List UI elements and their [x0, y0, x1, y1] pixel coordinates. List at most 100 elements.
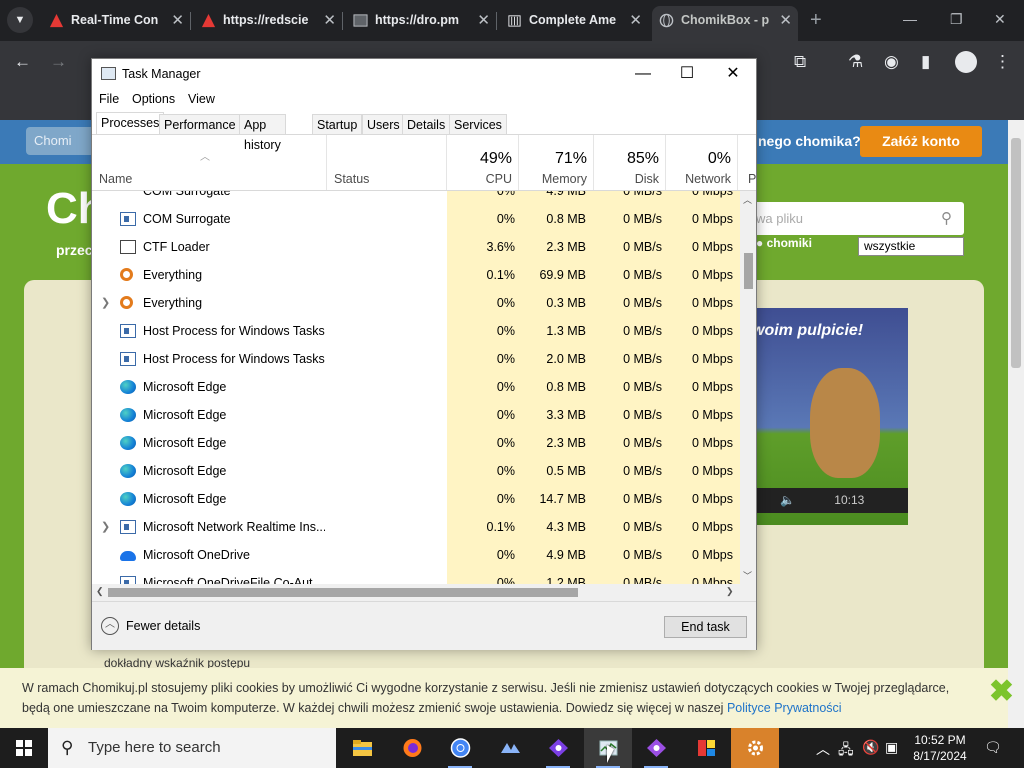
taskbar-app[interactable]: [486, 728, 534, 768]
flask-icon[interactable]: ⚗: [848, 51, 863, 73]
expand-chevron-icon[interactable]: ❯: [101, 513, 110, 541]
back-arrow-icon[interactable]: ←: [14, 51, 31, 73]
browser-tab[interactable]: https://redscie ✕: [194, 6, 342, 41]
start-button[interactable]: [0, 728, 48, 768]
table-row[interactable]: Host Process for Windows Tasks 0% 1.3 MB 0 …: [92, 317, 740, 345]
tab-users[interactable]: Users: [362, 114, 405, 135]
horizontal-scrollbar-thumb[interactable]: [108, 588, 578, 597]
taskbar-chrome[interactable]: [436, 728, 484, 768]
column-status[interactable]: Status: [327, 135, 447, 190]
expand-chevron-icon[interactable]: ❯: [101, 289, 110, 317]
tab-services[interactable]: Services: [449, 114, 507, 135]
column-network[interactable]: 0% Network: [666, 135, 738, 190]
close-tab-icon[interactable]: ✕: [477, 6, 490, 35]
scroll-up-icon[interactable]: ︿: [743, 193, 752, 206]
scroll-left-icon[interactable]: ❮: [96, 586, 104, 597]
table-row[interactable]: ❯ Microsoft Network Realtime Ins... 0.1% 4.…: [92, 513, 740, 541]
volume-icon[interactable]: 🔈: [780, 493, 795, 507]
search-icon[interactable]: ⚲: [941, 202, 952, 235]
title-bar[interactable]: Task Manager — ☐ ✕: [92, 59, 756, 89]
table-row[interactable]: Microsoft OneDriveFile Co-Aut... 0% 1.2 MB…: [92, 569, 740, 584]
column-power[interactable]: P: [738, 135, 756, 190]
taskbar-app[interactable]: [534, 728, 582, 768]
taskbar-settings[interactable]: [731, 728, 779, 768]
extension-icon[interactable]: ◉: [884, 51, 899, 73]
profile-avatar[interactable]: [955, 51, 977, 73]
table-row[interactable]: Microsoft Edge 0% 3.3 MB 0 MB/s 0 Mbps: [92, 401, 740, 429]
table-row[interactable]: Everything 0.1% 69.9 MB 0 MB/s 0 Mbps: [92, 261, 740, 289]
menu-view[interactable]: View: [188, 92, 215, 106]
menu-options[interactable]: Options: [132, 92, 175, 106]
close-window-icon[interactable]: ✕: [994, 5, 1006, 33]
table-row[interactable]: Microsoft OneDrive 0% 4.9 MB 0 MB/s 0 Mbps: [92, 541, 740, 569]
tab-processes[interactable]: Processes: [96, 112, 165, 135]
browser-tab[interactable]: Real-Time Con ✕: [42, 6, 190, 41]
close-tab-icon[interactable]: ✕: [171, 6, 184, 35]
menu-file[interactable]: File: [99, 92, 119, 106]
tray-chevron-up-icon[interactable]: ︿: [816, 739, 830, 759]
browser-tab[interactable]: https://dro.pm ✕: [346, 6, 496, 41]
table-row[interactable]: Microsoft Edge 0% 2.3 MB 0 MB/s 0 Mbps: [92, 429, 740, 457]
network-icon[interactable]: 🖧: [838, 739, 854, 763]
end-task-button[interactable]: End task: [664, 616, 747, 638]
minimize-icon[interactable]: —: [620, 63, 666, 85]
register-button[interactable]: Załóż konto: [860, 126, 982, 157]
extensions-puzzle-icon[interactable]: ⧉: [794, 51, 806, 73]
taskbar-app[interactable]: [632, 728, 680, 768]
close-tab-icon[interactable]: ✕: [323, 6, 336, 35]
column-disk[interactable]: 85% Disk: [594, 135, 666, 190]
notification-icon[interactable]: 🗨: [984, 739, 1002, 756]
forward-arrow-icon[interactable]: →: [50, 51, 67, 73]
table-row[interactable]: ❯ Everything 0% 0.3 MB 0 MB/s 0 Mbps: [92, 289, 740, 317]
promo-video[interactable]: woim pulpicie! 🔈 10:13: [740, 308, 908, 525]
taskbar-file-explorer[interactable]: [338, 728, 386, 768]
search-scope-select[interactable]: wszystkie: [858, 237, 964, 256]
kebab-menu-icon[interactable]: ⋮: [994, 51, 1011, 73]
maximize-icon[interactable]: ☐: [664, 63, 710, 85]
new-tab-button[interactable]: +: [810, 6, 822, 34]
taskbar-search-input[interactable]: ⚲ Type here to search: [48, 728, 336, 768]
close-tab-icon[interactable]: ✕: [779, 6, 792, 35]
table-row[interactable]: COM Surrogate 0% 4.9 MB 0 MB/s 0 Mbps: [92, 191, 740, 205]
tab-performance[interactable]: Performance: [159, 114, 241, 135]
page-scrollbar[interactable]: [1008, 120, 1024, 728]
site-search-input[interactable]: wa pliku ⚲: [746, 202, 964, 235]
scroll-down-icon[interactable]: ﹀: [743, 569, 752, 582]
video-player-bar[interactable]: 🔈 10:13: [740, 488, 908, 513]
display-icon[interactable]: ▣: [885, 739, 898, 756]
taskbar-app[interactable]: [682, 728, 730, 768]
scroll-right-icon[interactable]: ❯: [726, 586, 734, 597]
minimize-icon[interactable]: —: [903, 5, 917, 33]
taskbar-firefox[interactable]: [388, 728, 436, 768]
vertical-scrollbar[interactable]: ︿ ﹀: [740, 191, 756, 584]
table-row[interactable]: Microsoft Edge 0% 14.7 MB 0 MB/s 0 Mbps: [92, 485, 740, 513]
privacy-policy-link[interactable]: Polityce Prywatności: [727, 701, 842, 715]
clock[interactable]: 10:52 PM 8/17/2024: [905, 732, 975, 764]
chomiki-radio[interactable]: ● chomiki: [756, 236, 812, 250]
column-cpu[interactable]: 49% CPU: [447, 135, 519, 190]
close-tab-icon[interactable]: ✕: [629, 6, 642, 35]
browser-tab[interactable]: Complete Ame ✕: [500, 6, 648, 41]
tab-search-button[interactable]: ▼: [7, 7, 33, 33]
column-memory[interactable]: 71% Memory: [519, 135, 594, 190]
fewer-details-link[interactable]: Fewer details: [126, 619, 200, 633]
table-row[interactable]: Host Process for Windows Tasks 0% 2.0 MB 0 …: [92, 345, 740, 373]
table-row[interactable]: Microsoft Edge 0% 0.8 MB 0 MB/s 0 Mbps: [92, 373, 740, 401]
column-name[interactable]: ︿ Name: [92, 135, 327, 190]
table-row[interactable]: Microsoft Edge 0% 0.5 MB 0 MB/s 0 Mbps: [92, 457, 740, 485]
close-icon[interactable]: ✕: [710, 63, 756, 85]
tab-app-history[interactable]: App history: [239, 114, 286, 152]
page-scrollbar-thumb[interactable]: [1011, 138, 1021, 368]
horizontal-scrollbar[interactable]: ❮ ❯: [92, 584, 740, 601]
chevron-up-icon[interactable]: ︿: [101, 617, 119, 635]
tab-details[interactable]: Details: [402, 114, 451, 135]
volume-muted-icon[interactable]: 🔇: [862, 739, 879, 756]
vertical-scrollbar-thumb[interactable]: [744, 253, 753, 289]
side-panel-icon[interactable]: ▮: [921, 51, 930, 73]
restore-icon[interactable]: ❐: [950, 5, 963, 33]
table-row[interactable]: COM Surrogate 0% 0.8 MB 0 MB/s 0 Mbps: [92, 205, 740, 233]
table-row[interactable]: CTF Loader 3.6% 2.3 MB 0 MB/s 0 Mbps: [92, 233, 740, 261]
tab-startup[interactable]: Startup: [312, 114, 363, 135]
browser-tab-active[interactable]: ChomikBox - p ✕: [652, 6, 798, 41]
close-icon[interactable]: ✖: [989, 677, 1014, 707]
